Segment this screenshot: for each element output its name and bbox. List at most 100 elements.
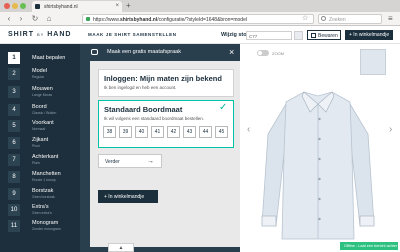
- step-subtitle: Classic / Button: [32, 111, 57, 115]
- button: [318, 137, 321, 141]
- appointment-banner[interactable]: Maak een gratis maatafspraak ×: [80, 46, 240, 59]
- window-maximize-button[interactable]: [20, 3, 26, 9]
- standard-size-title: Standaard Boordmaat: [104, 105, 183, 114]
- step-subtitle: Geen borstzak: [32, 195, 55, 199]
- button: [318, 157, 321, 161]
- size-option[interactable]: 45: [215, 126, 228, 138]
- step-subtitle: Plain: [32, 161, 40, 165]
- step-title: Monogram: [32, 220, 59, 226]
- step-title: Borstzak: [32, 188, 54, 194]
- step-subtitle: Zonder monogram: [32, 227, 61, 231]
- lock-icon: [86, 17, 90, 21]
- button: [318, 177, 321, 181]
- size-option[interactable]: 40: [135, 126, 148, 138]
- back-icon[interactable]: ‹: [4, 14, 14, 24]
- chevron-up-icon: ▲: [118, 245, 124, 251]
- favicon-icon: [35, 4, 40, 9]
- add-to-cart-button[interactable]: + In winkelmandje: [98, 190, 158, 203]
- step-title: Maat bepalen: [32, 55, 66, 61]
- search-icon: [321, 16, 326, 21]
- url-prefix: https://www.: [93, 17, 120, 23]
- steps-sidebar: 1 Maat bepalen 2 Model Regular 3 Mouwen …: [0, 44, 80, 252]
- bookmark-star-icon[interactable]: ☆: [302, 15, 308, 23]
- size-option[interactable]: 42: [167, 126, 180, 138]
- step-number: 4: [8, 104, 20, 116]
- step-subtitle: Regular: [32, 75, 45, 79]
- fabric-thumbnail[interactable]: [360, 49, 386, 75]
- zoom-toggle-label: ZOOM: [272, 51, 284, 56]
- step-subtitle: Plooi: [32, 144, 40, 148]
- standard-size-card[interactable]: Standaard Boordmaat ✓ Ik wil volgens een…: [98, 100, 234, 148]
- forward-icon[interactable]: ›: [16, 14, 26, 24]
- save-button[interactable]: Bewaren: [307, 30, 341, 40]
- size-option[interactable]: 39: [119, 126, 132, 138]
- logo-hand: HAND: [47, 31, 72, 38]
- menu-icon[interactable]: ≡: [388, 14, 393, 24]
- step-title: Voorkant: [32, 120, 54, 126]
- measuring-tape-icon: [91, 49, 98, 55]
- zoom-toggle[interactable]: [257, 50, 269, 56]
- new-tab-button[interactable]: +: [126, 1, 131, 11]
- step-title: Boord: [32, 104, 47, 110]
- window-close-button[interactable]: [4, 3, 10, 9]
- url-path: /configuratie/?styleId=1648&bron=model: [157, 17, 247, 23]
- home-icon[interactable]: ⌂: [44, 14, 54, 24]
- size-option[interactable]: 41: [151, 126, 164, 138]
- step-number: 8: [8, 171, 20, 183]
- window-minimize-button[interactable]: [12, 3, 18, 9]
- fabric-swatch[interactable]: [294, 31, 303, 40]
- check-icon: ✓: [219, 102, 228, 113]
- button: [318, 197, 321, 201]
- url-bar[interactable]: https://www.shirtsbyhand.nl/configuratie…: [82, 14, 314, 24]
- close-icon[interactable]: ×: [229, 46, 234, 58]
- tab-close-icon[interactable]: ×: [115, 3, 119, 9]
- fabric-code: C77: [249, 34, 258, 39]
- logo-shirt: SHIRT: [8, 31, 34, 38]
- chat-offline-button[interactable]: Offline - Laat een bericht achter: [340, 242, 398, 250]
- tab-title: shirtsbyhand.nl: [44, 4, 78, 10]
- fabric-select[interactable]: C77: [246, 31, 292, 40]
- standard-size-desc: Ik wil volgens een standaard boordmaat b…: [104, 116, 205, 121]
- step-title: Mouwen: [32, 86, 53, 92]
- fabric-label: Wijzig stof: [221, 32, 249, 38]
- next-button[interactable]: Verder →: [98, 154, 162, 168]
- cart-label: + In winkelmandje: [104, 194, 145, 200]
- shirt-image: [261, 91, 375, 240]
- step-number: 5: [8, 120, 20, 132]
- toggle-knob: [258, 51, 262, 55]
- cart-label: + In winkelmandje: [349, 32, 390, 38]
- banner-title: Maak een gratis maatafspraak: [107, 49, 181, 55]
- add-to-cart-header-button[interactable]: + In winkelmandje: [345, 30, 393, 40]
- step-subtitle: Ronde 1 knoop: [32, 178, 56, 182]
- size-option[interactable]: 38: [103, 126, 116, 138]
- previous-view-icon[interactable]: ‹: [247, 124, 250, 135]
- header-tagline: MAAK JE SHIRT SAMENSTELLEN: [88, 32, 177, 37]
- reload-icon[interactable]: ↻: [30, 14, 40, 24]
- logo-by: BY: [36, 32, 45, 37]
- arrow-right-icon: →: [147, 158, 154, 165]
- step-number: 10: [8, 204, 20, 216]
- step-title: Extra's: [32, 204, 49, 210]
- site-logo[interactable]: SHIRT BY HAND: [8, 31, 71, 38]
- step-number: 3: [8, 86, 20, 98]
- step-number: 7: [8, 154, 20, 166]
- login-option-card[interactable]: Inloggen: Mijn maten zijn bekend Ik ben …: [98, 69, 234, 97]
- right-cuff: [359, 215, 375, 227]
- step-title: Manchetten: [32, 171, 61, 177]
- step-number: 11: [8, 220, 20, 232]
- step-subtitle: Lange Mouw: [32, 93, 53, 97]
- scroll-up-button[interactable]: ▲: [108, 243, 134, 252]
- next-view-icon[interactable]: ›: [389, 124, 392, 135]
- login-option-desc: Ik ben ingelogd en heb een account.: [104, 85, 177, 90]
- button: [318, 117, 321, 121]
- size-option[interactable]: 43: [183, 126, 196, 138]
- next-label: Verder: [105, 159, 120, 165]
- save-label: Bewaren: [318, 33, 338, 39]
- site-header: SHIRT BY HAND MAAK JE SHIRT SAMENSTELLEN…: [0, 26, 400, 44]
- size-option[interactable]: 44: [199, 126, 212, 138]
- browser-tab[interactable]: shirtsbyhand.nl ×: [32, 1, 122, 12]
- browser-tab-bar: shirtsbyhand.nl × +: [0, 0, 400, 12]
- step-title: Model: [32, 68, 47, 74]
- left-cuff: [261, 215, 277, 227]
- browser-search-input[interactable]: Zoeken: [318, 14, 382, 24]
